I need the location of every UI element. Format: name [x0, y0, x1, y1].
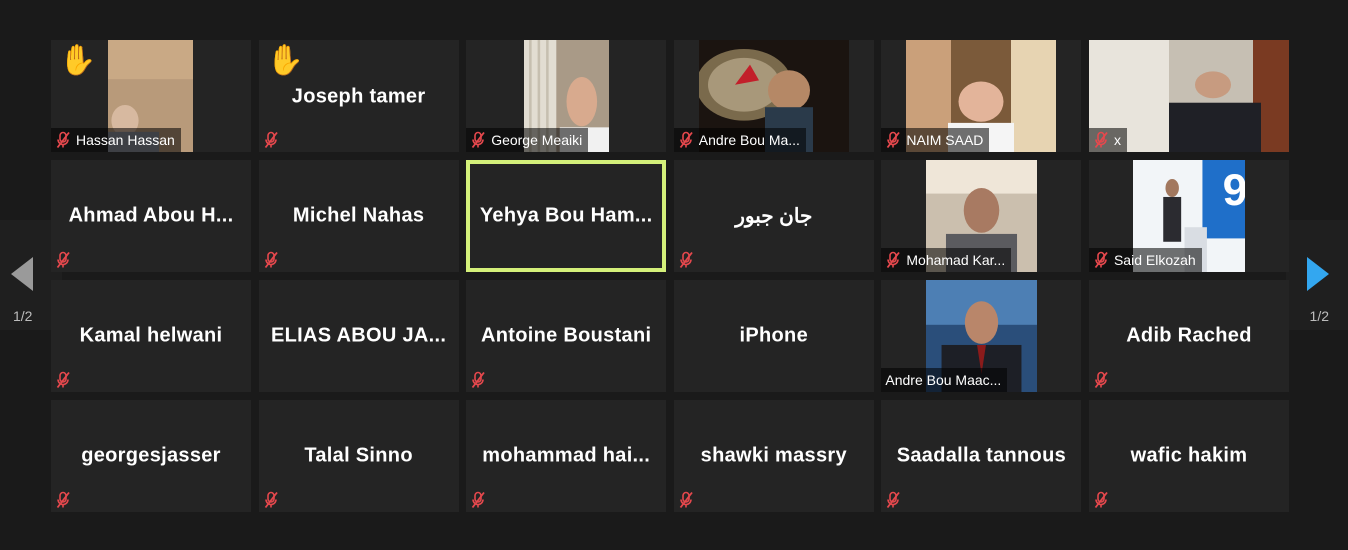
- participant-name: Ahmad Abou H...: [68, 204, 234, 227]
- mic-muted-icon[interactable]: [470, 491, 486, 509]
- participant-tile[interactable]: Adib Rached: [1088, 280, 1289, 392]
- participant-name: wafic hakim: [1130, 444, 1248, 467]
- mic-muted-icon[interactable]: [263, 131, 279, 149]
- participant-name: Andre Bou Maac...: [885, 372, 1002, 388]
- participant-name: Adib Rached: [1126, 324, 1252, 347]
- participant-name-bar: Andre Bou Maac...: [881, 368, 1008, 392]
- participant-name-bar: Mohamad Kar...: [881, 248, 1012, 272]
- participant-name: ELIAS ABOU JA...: [270, 324, 447, 347]
- mic-muted-icon[interactable]: [55, 131, 71, 149]
- mic-muted-icon[interactable]: [263, 491, 279, 509]
- participant-tile[interactable]: 9 Said Elkozah: [1088, 160, 1289, 272]
- svg-text:9: 9: [1223, 165, 1245, 215]
- participant-tile[interactable]: George Meaiki: [466, 40, 667, 152]
- mic-muted-icon[interactable]: [678, 251, 694, 269]
- participant-tile[interactable]: iPhone: [673, 280, 874, 392]
- participant-name-bar: x: [1088, 128, 1127, 152]
- participant-status-bar: [881, 488, 907, 512]
- participant-tile[interactable]: Antoine Boustani: [466, 280, 667, 392]
- participant-tile[interactable]: Kamal helwani: [51, 280, 251, 392]
- participant-name: Mohamad Kar...: [906, 252, 1006, 268]
- participant-name: Kamal helwani: [79, 324, 223, 347]
- participant-tile[interactable]: Andre Bou Ma...: [673, 40, 874, 152]
- page-indicator: 1/2: [13, 308, 33, 324]
- mic-muted-icon[interactable]: [55, 491, 71, 509]
- participant-tile[interactable]: Hassan Hassan ✋: [51, 40, 251, 152]
- participant-status-bar: [1089, 368, 1115, 392]
- mic-muted-icon[interactable]: [55, 251, 71, 269]
- participant-name: جان جبور: [735, 205, 813, 228]
- participant-tile[interactable]: Saadalla tannous: [881, 400, 1082, 512]
- participant-name: georgesjasser: [81, 444, 221, 467]
- participant-status-bar: [259, 488, 285, 512]
- mic-muted-icon[interactable]: [470, 131, 486, 149]
- participant-name: Hassan Hassan: [76, 132, 175, 148]
- participant-name: shawki massry: [700, 444, 847, 467]
- participant-name: x: [1113, 132, 1121, 148]
- participant-tile[interactable]: Michel Nahas: [258, 160, 459, 272]
- mic-muted-icon[interactable]: [678, 131, 694, 149]
- participant-tile[interactable]: ELIAS ABOU JA...: [258, 280, 459, 392]
- mic-muted-icon[interactable]: [1093, 491, 1109, 509]
- participant-tile[interactable]: Joseph tamer ✋: [258, 40, 459, 152]
- participant-tile[interactable]: wafic hakim: [1088, 400, 1289, 512]
- participant-name-bar: Andre Bou Ma...: [673, 128, 806, 152]
- participant-tile[interactable]: mohammad hai...: [466, 400, 667, 512]
- mic-muted-icon[interactable]: [678, 491, 694, 509]
- participant-name-bar: NAIM SAAD: [881, 128, 990, 152]
- page-indicator: 1/2: [1309, 308, 1329, 324]
- participant-name: Antoine Boustani: [481, 324, 652, 347]
- gallery-grid: Hassan Hassan ✋ Joseph tamer ✋ George Meai…: [51, 40, 1289, 512]
- participant-name: iPhone: [739, 324, 809, 347]
- participant-name-bar: Said Elkozah: [1088, 248, 1202, 272]
- participant-status-bar: [466, 488, 492, 512]
- participant-tile[interactable]: Talal Sinno: [258, 400, 459, 512]
- participant-status-bar: [674, 248, 700, 272]
- participant-name: Said Elkozah: [1113, 252, 1196, 268]
- participant-tile[interactable]: georgesjasser: [51, 400, 251, 512]
- participant-name: Saadalla tannous: [896, 444, 1067, 467]
- participant-name: mohammad hai...: [482, 444, 651, 467]
- participant-status-bar: [259, 248, 285, 272]
- participant-tile[interactable]: جان جبور: [673, 160, 874, 272]
- participant-tile[interactable]: Mohamad Kar...: [881, 160, 1082, 272]
- participant-name: George Meaiki: [491, 132, 583, 148]
- participant-name: Yehya Bou Ham...: [479, 204, 653, 227]
- mic-muted-icon[interactable]: [885, 491, 901, 509]
- participant-name: Michel Nahas: [292, 204, 425, 227]
- participant-status-bar: [1089, 488, 1115, 512]
- participant-status-bar: [674, 488, 700, 512]
- mic-muted-icon[interactable]: [1093, 251, 1109, 269]
- mic-muted-icon[interactable]: [55, 371, 71, 389]
- participant-tile[interactable]: Ahmad Abou H...: [51, 160, 251, 272]
- raised-hand-icon: ✋: [59, 44, 97, 77]
- participant-tile[interactable]: x: [1088, 40, 1289, 152]
- mic-muted-icon[interactable]: [1093, 371, 1109, 389]
- participant-status-bar: [51, 488, 77, 512]
- arrow-right-icon: [1307, 257, 1329, 291]
- next-page-button[interactable]: 1/2: [1286, 220, 1348, 330]
- participant-tile[interactable]: Yehya Bou Ham...: [466, 160, 667, 272]
- participant-name-bar: George Meaiki: [466, 128, 589, 152]
- participant-name-bar: Hassan Hassan: [51, 128, 181, 152]
- participant-status-bar: [51, 248, 77, 272]
- mic-muted-icon[interactable]: [885, 251, 901, 269]
- participant-name: NAIM SAAD: [906, 132, 984, 148]
- participant-tile[interactable]: shawki massry: [673, 400, 874, 512]
- participant-name: Joseph tamer: [291, 85, 426, 108]
- participant-name: Andre Bou Ma...: [698, 132, 800, 148]
- participant-status-bar: [51, 368, 77, 392]
- participant-status-bar: [466, 368, 492, 392]
- mic-muted-icon[interactable]: [1093, 131, 1109, 149]
- mic-muted-icon[interactable]: [470, 371, 486, 389]
- participant-tile[interactable]: Andre Bou Maac...: [881, 280, 1082, 392]
- mic-muted-icon[interactable]: [263, 251, 279, 269]
- raised-hand-icon: ✋: [266, 44, 304, 77]
- participant-status-bar: [259, 128, 285, 152]
- arrow-left-icon: [11, 257, 33, 291]
- participant-name: Talal Sinno: [304, 444, 413, 467]
- mic-muted-icon[interactable]: [885, 131, 901, 149]
- participant-tile[interactable]: NAIM SAAD: [881, 40, 1082, 152]
